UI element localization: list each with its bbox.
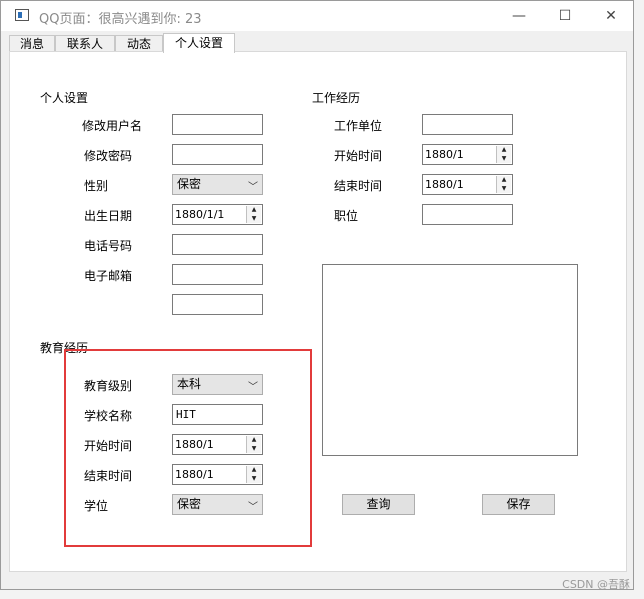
position-input[interactable] [422,204,513,225]
chevron-down-icon: ﹀ [248,182,258,193]
work-end-label: 结束时间 [334,179,383,193]
personal-section-title: 个人设置 [40,91,89,105]
maximize-button[interactable]: ☐ [542,1,588,31]
company-label: 工作单位 [334,119,383,133]
app-icon [15,9,29,21]
spin-down-icon[interactable]: ▼ [497,155,511,163]
password-label: 修改密码 [84,149,133,163]
tab-personal-settings[interactable]: 个人设置 [163,33,235,53]
tab-contacts[interactable]: 联系人 [55,35,115,52]
username-label: 修改用户名 [82,119,143,133]
annotation-highlight-box [64,349,312,547]
spin-buttons: ▲ ▼ [496,146,511,163]
window-title: QQ页面：很高兴遇到你: 23 [39,12,202,27]
work-section-title: 工作经历 [312,91,361,105]
gender-label: 性别 [84,179,109,193]
title-bar[interactable]: QQ页面：很高兴遇到你: 23 — ☐ ✕ [1,1,633,31]
spin-buttons: ▲ ▼ [496,176,511,193]
position-label: 职位 [334,209,359,223]
username-input[interactable] [172,114,263,135]
birthdate-label: 出生日期 [84,209,133,223]
company-input[interactable] [422,114,513,135]
phone-input[interactable] [172,234,263,255]
birthdate-spinbox[interactable]: 1880/1/1 ▲ ▼ [172,204,263,225]
password-input[interactable] [172,144,263,165]
work-end-spinbox[interactable]: 1880/1 ▲ ▼ [422,174,513,195]
status-bar [1,572,633,589]
spin-up-icon[interactable]: ▲ [497,146,511,154]
tab-moments[interactable]: 动态 [115,35,163,52]
description-textarea[interactable] [322,264,578,456]
spin-down-icon[interactable]: ▼ [497,185,511,193]
email-label: 电子邮箱 [84,269,133,283]
close-button[interactable]: ✕ [588,1,634,31]
work-start-spinbox[interactable]: 1880/1 ▲ ▼ [422,144,513,165]
email-input[interactable] [172,264,263,285]
query-button[interactable]: 查询 [342,494,415,515]
gender-value: 保密 [177,177,202,191]
extra-input[interactable] [172,294,263,315]
birthdate-value: 1880/1/1 [175,208,225,221]
work-start-label: 开始时间 [334,149,383,163]
background-edge [634,0,644,599]
spin-up-icon[interactable]: ▲ [247,206,261,214]
save-button[interactable]: 保存 [482,494,555,515]
work-start-value: 1880/1 [425,148,464,161]
phone-label: 电话号码 [84,239,133,253]
spin-buttons: ▲ ▼ [246,206,261,223]
tab-messages[interactable]: 消息 [9,35,55,52]
minimize-button[interactable]: — [496,1,542,31]
work-end-value: 1880/1 [425,178,464,191]
spin-down-icon[interactable]: ▼ [247,215,261,223]
gender-select[interactable]: 保密 ﹀ [172,174,263,195]
background-edge [0,590,644,599]
spin-up-icon[interactable]: ▲ [497,176,511,184]
